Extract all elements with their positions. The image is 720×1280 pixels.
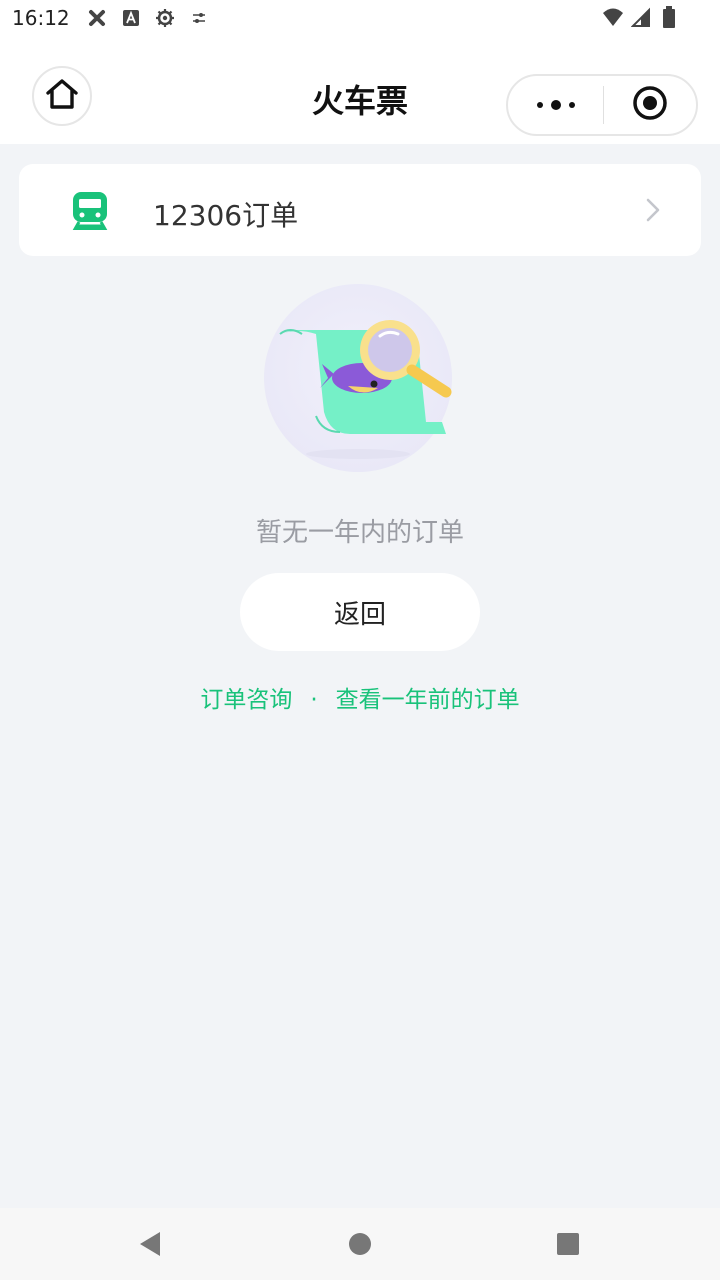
- recents-square-icon[interactable]: [554, 1230, 582, 1258]
- chevron-right-icon: [645, 197, 661, 223]
- close-miniprogram-button[interactable]: [604, 76, 696, 134]
- back-triangle-icon[interactable]: [136, 1230, 164, 1258]
- order-consult-link[interactable]: 订单咨询: [200, 687, 292, 713]
- train-icon: [71, 190, 109, 231]
- wifi-icon: [602, 6, 624, 28]
- status-left-icons: [86, 7, 210, 29]
- empty-message: 暂无一年内的订单: [255, 518, 464, 548]
- capsule-menu: [506, 74, 698, 136]
- status-time: 16:12: [12, 6, 70, 30]
- more-dots-icon: [536, 96, 576, 115]
- signal-icon: [630, 6, 652, 28]
- ribbon-icon: [86, 7, 108, 29]
- home-circle-icon[interactable]: [346, 1230, 374, 1258]
- system-navigation-bar: [0, 1208, 720, 1280]
- status-bar: 16:12: [0, 0, 720, 36]
- back-button[interactable]: 返回: [240, 573, 480, 651]
- nav-bar: 火车票: [0, 36, 720, 144]
- link-separator: ·: [310, 687, 318, 713]
- settings-gear-icon: [154, 7, 176, 29]
- battery-icon: [658, 6, 680, 28]
- help-links: 订单咨询 · 查看一年前的订单: [0, 680, 720, 714]
- target-close-icon: [632, 85, 668, 125]
- sliders-icon: [188, 7, 210, 29]
- order-card-12306[interactable]: 12306订单: [19, 164, 701, 256]
- status-right-icons: [602, 6, 680, 28]
- order-card-label: 12306订单: [153, 199, 299, 232]
- empty-illustration: [258, 282, 462, 478]
- more-button[interactable]: [508, 76, 603, 134]
- a-letter-icon: [120, 7, 142, 29]
- older-orders-link[interactable]: 查看一年前的订单: [336, 687, 520, 713]
